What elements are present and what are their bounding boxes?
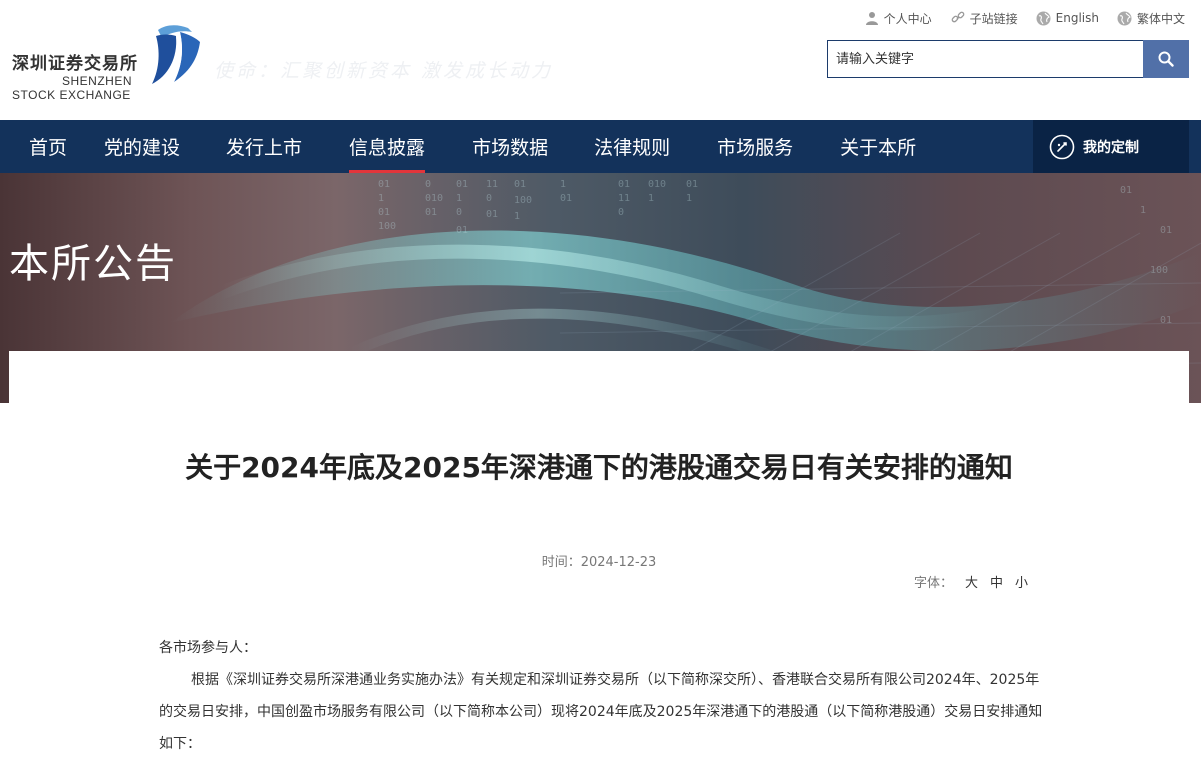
search-icon — [1158, 51, 1174, 67]
customize-icon — [1049, 134, 1075, 159]
nav-item-about[interactable]: 关于本所 — [840, 120, 916, 173]
search-button[interactable] — [1143, 40, 1189, 78]
my-custom-label: 我的定制 — [1083, 139, 1139, 156]
top-links: 个人中心 子站链接 English 繁体中文 — [864, 8, 1185, 28]
globe-icon — [1036, 10, 1052, 26]
svg-text:1: 1 — [648, 193, 654, 204]
nav-item-market-services[interactable]: 市场服务 — [717, 120, 793, 173]
svg-text:11: 11 — [486, 179, 498, 190]
article-card: 关于2024年底及2025年深港通下的港股通交易日有关安排的通知 时间：2024… — [9, 351, 1189, 758]
link-icon — [950, 10, 966, 26]
personal-center-label: 个人中心 — [883, 11, 932, 26]
english-link[interactable]: English — [1036, 10, 1099, 26]
svg-text:1: 1 — [1140, 205, 1146, 216]
font-size-switcher: 字体： 大 中 小 — [914, 572, 1028, 591]
svg-text:01: 01 — [514, 179, 526, 190]
subsite-links-link[interactable]: 子站链接 — [950, 10, 1018, 27]
user-icon — [864, 10, 880, 26]
nav-item-market-data[interactable]: 市场数据 — [472, 120, 548, 173]
search-input[interactable] — [827, 40, 1143, 78]
article-title: 关于2024年底及2025年深港通下的港股通交易日有关安排的通知 — [185, 451, 1013, 484]
traditional-chinese-link[interactable]: 繁体中文 — [1117, 10, 1185, 27]
svg-text:11: 11 — [618, 193, 630, 204]
font-size-medium[interactable]: 中 — [990, 572, 1003, 591]
svg-text:0: 0 — [425, 179, 431, 190]
site-header: 深圳证券交易所 SHENZHEN STOCK EXCHANGE 使命：汇聚创新资… — [0, 0, 1201, 120]
article-body-paragraph: 根据《深圳证券交易所深港通业务实施办法》有关规定和深圳证券交易所（以下简称深交所… — [159, 672, 1043, 752]
svg-text:01: 01 — [456, 179, 468, 190]
nav-item-disclosure[interactable]: 信息披露 — [349, 120, 426, 173]
svg-text:100: 100 — [1150, 265, 1168, 276]
svg-text:100: 100 — [514, 195, 532, 206]
nav-item-party-building[interactable]: 党的建设 — [104, 120, 180, 173]
date-value: 2024-12-23 — [580, 555, 657, 570]
svg-text:1: 1 — [456, 193, 462, 204]
font-size-label: 字体： — [914, 576, 954, 591]
szse-logo[interactable]: 深圳证券交易所 SHENZHEN STOCK EXCHANGE — [12, 22, 212, 104]
logo-chinese-name: 深圳证券交易所 — [12, 54, 138, 74]
svg-text:010: 010 — [425, 193, 443, 204]
svg-text:0: 0 — [456, 207, 462, 218]
slogan-watermark: 使命：汇聚创新资本 激发成长动力 — [214, 60, 554, 82]
svg-text:01: 01 — [378, 179, 390, 190]
font-size-large[interactable]: 大 — [965, 572, 978, 591]
personal-center-link[interactable]: 个人中心 — [864, 10, 932, 27]
svg-text:01: 01 — [1160, 225, 1172, 236]
article-date: 时间：2024-12-23 — [9, 551, 1189, 570]
svg-text:1: 1 — [378, 193, 384, 204]
svg-text:01: 01 — [456, 225, 468, 236]
date-label: 时间： — [541, 555, 581, 570]
nav-item-home[interactable]: 首页 — [29, 120, 67, 173]
svg-text:01: 01 — [618, 179, 630, 190]
logo-english-line1: SHENZHEN — [62, 74, 133, 88]
traditional-chinese-label: 繁体中文 — [1136, 11, 1185, 26]
svg-text:1: 1 — [686, 193, 692, 204]
svg-text:01: 01 — [1160, 315, 1172, 326]
svg-text:0: 0 — [486, 193, 492, 204]
svg-text:01: 01 — [686, 179, 698, 190]
article-greeting: 各市场参与人： — [159, 640, 257, 656]
my-custom-button[interactable]: 我的定制 — [1033, 120, 1189, 173]
subsite-links-label: 子站链接 — [969, 11, 1018, 26]
nav-item-rules[interactable]: 法律规则 — [594, 120, 670, 173]
svg-text:01: 01 — [1120, 185, 1132, 196]
font-size-small[interactable]: 小 — [1015, 572, 1028, 591]
svg-text:100: 100 — [378, 221, 396, 232]
globe-icon — [1117, 10, 1133, 26]
svg-text:01: 01 — [560, 193, 572, 204]
svg-text:0: 0 — [618, 207, 624, 218]
search-bar — [827, 40, 1189, 78]
logo-mark-icon — [152, 25, 200, 84]
nav-item-listing[interactable]: 发行上市 — [226, 120, 302, 173]
main-nav: 首页 党的建设 发行上市 信息披露 市场数据 法律规则 市场服务 关于本所 我的… — [0, 120, 1201, 173]
svg-text:1: 1 — [560, 179, 566, 190]
banner-title: 本所公告 — [9, 241, 177, 287]
svg-text:01: 01 — [486, 209, 498, 220]
svg-text:01: 01 — [378, 207, 390, 218]
english-label: English — [1055, 11, 1099, 25]
svg-text:010: 010 — [648, 179, 666, 190]
svg-text:01: 01 — [425, 207, 437, 218]
svg-text:1: 1 — [514, 211, 520, 222]
logo-english-line2: STOCK EXCHANGE — [12, 88, 131, 102]
